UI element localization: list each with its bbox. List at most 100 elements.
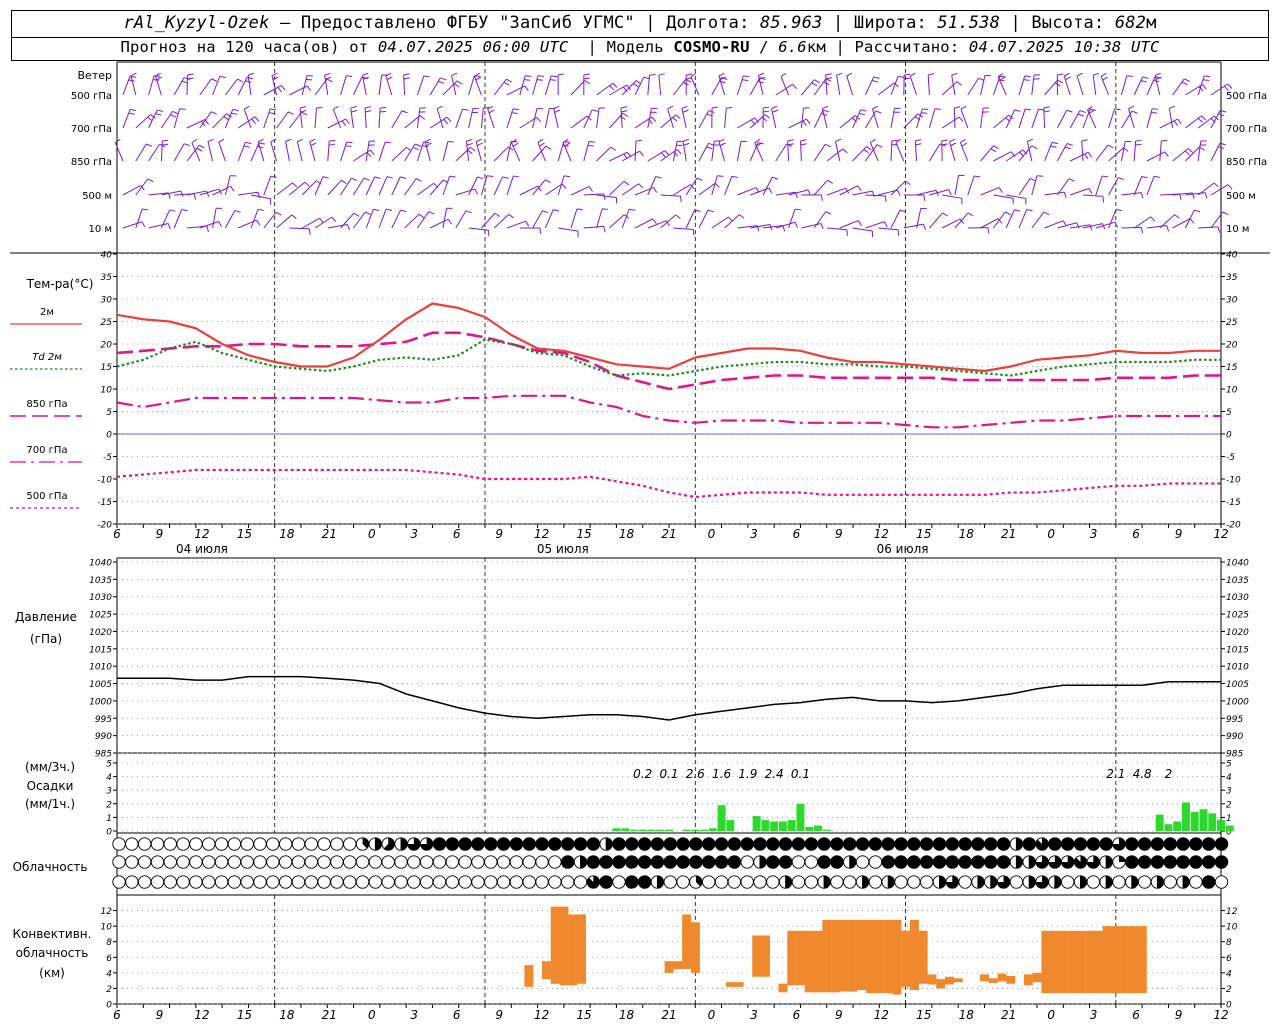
bottom-x-tick-label: 9	[156, 1008, 164, 1022]
wind-barb	[148, 109, 164, 129]
wind-barb-shaft	[481, 212, 496, 229]
cloud-symbol-fill	[637, 837, 652, 851]
convective-bar	[953, 978, 963, 983]
bottom-x-tick-label: 9	[835, 1008, 843, 1022]
wind-barb-shaft	[754, 142, 764, 162]
wind-barb	[821, 105, 829, 129]
pressure-tick-label: 1005	[89, 680, 112, 690]
cloud-symbol-fill	[971, 855, 985, 869]
wind-barb	[544, 107, 556, 129]
cloud-symbol-fill	[894, 855, 908, 869]
wind-barb	[903, 194, 926, 201]
wind-barb-flag	[524, 79, 531, 81]
wind-barb-shaft	[544, 108, 550, 129]
wind-barb-shaft	[378, 141, 386, 162]
wind-barb-shaft	[340, 75, 347, 96]
wind-barb-flag	[1181, 81, 1188, 86]
wind-barb	[1146, 175, 1161, 196]
cloud-symbol-fill	[689, 855, 703, 869]
cloud-symbol	[112, 855, 126, 869]
wind-barb	[1069, 110, 1086, 129]
wind-barb	[634, 139, 643, 162]
wind-barb	[647, 74, 656, 96]
temperature-tick-label: 0	[1226, 431, 1232, 441]
wind-barb-flag	[551, 75, 558, 78]
cloud-symbol-fill	[881, 837, 895, 851]
cloud-symbol-outline	[535, 855, 549, 869]
cloud-symbol	[1061, 855, 1075, 869]
cloud-symbol	[599, 855, 613, 869]
wind-barb-shaft	[243, 109, 252, 129]
wind-barb-flag	[639, 150, 644, 157]
wind-barb-flag	[636, 139, 643, 142]
wind-level-label: 700 гПа	[71, 124, 112, 135]
wind-barb-shaft	[199, 78, 212, 96]
precip-bar	[682, 829, 691, 831]
convective-bar	[1137, 926, 1147, 994]
wind-barb	[364, 106, 372, 129]
convective-bar	[682, 914, 692, 969]
wind-barb-flag	[1089, 108, 1096, 111]
wind-barb-flag	[825, 73, 832, 76]
cloud-symbol	[279, 875, 293, 889]
pressure-tick-label: 1035	[89, 576, 112, 586]
wind-barb	[583, 109, 599, 129]
wind-barb	[801, 79, 820, 96]
cloud-symbol	[1009, 837, 1024, 851]
wind-barb	[532, 210, 549, 229]
cloud-symbol	[1214, 875, 1229, 889]
cloud-symbol-fill	[804, 837, 818, 851]
temperature-tick-label: 15	[101, 363, 113, 373]
wind-barb	[1197, 140, 1207, 162]
convective-bar	[664, 961, 674, 973]
cloud-symbol	[1022, 837, 1036, 851]
wind-barb	[309, 138, 317, 162]
wind-barb-shaft	[378, 75, 383, 96]
wind-barb-flag	[822, 109, 829, 113]
wind-barb	[350, 105, 358, 129]
wind-level-label-right: 500 м	[1226, 191, 1256, 202]
wind-barb	[929, 212, 948, 229]
cloud-symbol-outline	[420, 875, 434, 889]
wind-barb	[993, 194, 1014, 205]
wind-barb	[1070, 224, 1093, 231]
wind-barb-flag	[288, 111, 294, 115]
wind-barb	[647, 220, 670, 229]
wind-barb-shaft	[1076, 75, 1084, 96]
wind-barb	[718, 138, 726, 162]
wind-barb-flag	[162, 143, 169, 146]
cloud-symbol	[894, 837, 908, 851]
precip-bar	[1173, 821, 1182, 831]
wind-barb	[289, 111, 308, 129]
cloud-symbol-outline	[1112, 875, 1126, 889]
wind-barb-flag	[308, 228, 311, 235]
wind-barb-flag	[1173, 120, 1179, 126]
wind-barb-flag	[170, 114, 176, 118]
cloud-symbol	[330, 837, 344, 851]
cloud-symbol-fill	[868, 837, 883, 851]
wind-barb-flag	[234, 209, 241, 213]
wind-barb-flag	[873, 76, 880, 79]
wind-level-label: 500 гПа	[71, 91, 112, 102]
temp-x-tick-label: 9	[495, 527, 503, 541]
wind-barb-flag	[842, 148, 848, 154]
wind-barb-flag	[1087, 151, 1093, 158]
wind-barb-flag	[802, 120, 807, 127]
cloud-symbol-outline	[753, 875, 767, 889]
wind-barb-shaft	[801, 79, 815, 96]
temp-x-tick-label: 0	[1047, 527, 1055, 541]
wind-barb-flag	[948, 189, 952, 196]
wind-barb-flag	[1066, 109, 1073, 113]
wind-barb-flag	[386, 176, 393, 179]
wind-barb-flag	[857, 220, 862, 226]
cloud-symbol	[317, 855, 331, 869]
wind-barb-shaft	[1095, 175, 1103, 196]
wind-barb-shaft	[506, 141, 512, 162]
wind-barb	[493, 146, 514, 162]
wind-barb-flag	[155, 72, 161, 77]
wind-barb-flag	[1164, 151, 1169, 157]
cloud-symbol	[1150, 875, 1165, 889]
wind-barb-shaft	[596, 208, 603, 229]
cloud-symbol	[1035, 855, 1049, 869]
wind-barb	[826, 227, 848, 236]
